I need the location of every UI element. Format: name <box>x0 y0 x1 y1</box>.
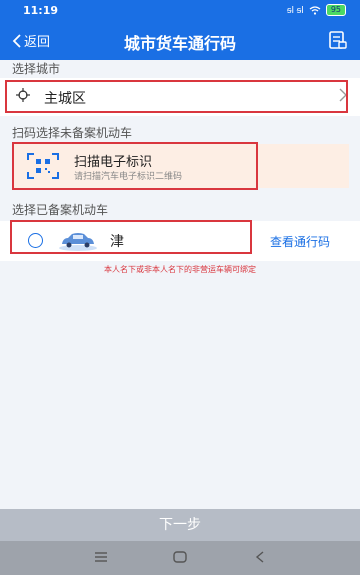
app-header: 11:19 ᵴl ᵴl 95 返回 城市货车通行码 <box>0 0 360 60</box>
chevron-right-icon <box>339 88 347 102</box>
city-value: 主城区 <box>44 91 86 107</box>
menu-icon[interactable] <box>93 549 109 565</box>
page-title: 城市货车通行码 <box>123 34 236 53</box>
car-icon <box>59 233 97 251</box>
scan-section-label: 扫码选择未备案机动车 <box>12 126 133 140</box>
scan-card[interactable]: 扫描电子标识 请扫描汽车电子标识二维码 <box>14 144 349 188</box>
view-pass-code-link[interactable]: 查看通行码 <box>270 233 330 250</box>
qr-scan-icon <box>27 153 59 179</box>
wifi-icon <box>309 5 321 15</box>
plate-number: 津 <box>110 234 124 250</box>
status-time: 11:19 <box>23 4 59 17</box>
back-nav-icon[interactable] <box>252 549 268 565</box>
binding-note: 本人名下或非本人名下的非营运车辆可绑定 <box>104 265 256 274</box>
signal-icon: ᵴl ᵴl <box>286 5 304 16</box>
vehicle-radio[interactable] <box>28 233 43 248</box>
city-selector[interactable]: 主城区 <box>0 78 360 116</box>
nav-bar: 返回 城市货车通行码 <box>0 22 360 60</box>
system-nav-bar <box>0 541 360 575</box>
scan-title: 扫描电子标识 <box>74 155 153 170</box>
scan-subtitle: 请扫描汽车电子标识二维码 <box>74 172 183 182</box>
document-list-icon[interactable] <box>328 30 348 50</box>
vehicle-section-label: 选择已备案机动车 <box>12 203 109 217</box>
battery-icon: 95 <box>325 4 346 16</box>
locate-icon <box>16 88 30 102</box>
status-indicators: ᵴl ᵴl 95 <box>287 4 346 16</box>
next-button[interactable]: 下一步 <box>0 509 360 541</box>
status-bar: 11:19 ᵴl ᵴl 95 <box>0 0 360 22</box>
home-icon[interactable] <box>172 549 188 565</box>
city-section-label: 选择城市 <box>12 62 61 76</box>
vehicle-row[interactable]: 津 查看通行码 <box>0 221 360 261</box>
